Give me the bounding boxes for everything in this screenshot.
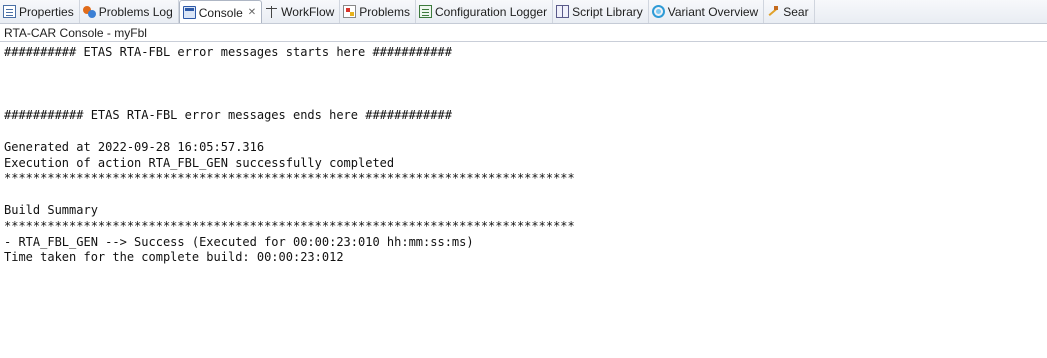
console-icon [182, 6, 196, 19]
tab-label: Configuration Logger [434, 4, 548, 19]
console-line: ****************************************… [4, 218, 575, 233]
properties-icon [3, 5, 16, 18]
tab-label: Console [198, 5, 243, 20]
tab-problems-log[interactable]: Problems Log [80, 0, 179, 23]
console-line: ########## ETAS RTA-FBL error messages s… [4, 45, 452, 59]
tab-script-library[interactable]: Script Library [553, 0, 649, 23]
tab-configuration-logger[interactable]: Configuration Logger [416, 0, 554, 23]
tab-label: Problems [359, 4, 410, 19]
tab-properties[interactable]: Properties [0, 0, 80, 23]
console-line: Build Summary [4, 202, 98, 217]
tab-label: Sear [783, 4, 809, 19]
console-line: Generated at 2022-09-28 16:05:57.316 [4, 139, 265, 154]
console-line: ########### ETAS RTA-FBL error messages … [4, 108, 452, 123]
configuration-logger-icon [418, 5, 432, 18]
tab-label: Problems Log [98, 4, 173, 19]
console-line: Execution of action RTA_FBL_GEN successf… [4, 155, 395, 170]
console-line: - RTA_FBL_GEN --> Success (Executed for … [4, 234, 474, 249]
console-line: Time taken for the complete build: 00:00… [4, 250, 344, 265]
tab-label: Script Library [572, 4, 643, 19]
console-title: RTA-CAR Console - myFbl [0, 24, 1047, 42]
tab-label: Properties [19, 4, 74, 19]
tab-workflow[interactable]: WorkFlow [262, 0, 341, 23]
close-icon[interactable]: ✕ [248, 7, 256, 18]
console-output[interactable]: ########## ETAS RTA-FBL error messages s… [0, 43, 1047, 358]
tab-label: Variant Overview [667, 4, 759, 19]
problems-log-icon [82, 5, 96, 18]
workflow-icon [265, 5, 278, 18]
script-library-icon [556, 5, 570, 18]
tab-search[interactable]: Sear [764, 0, 815, 23]
tab-variant-overview[interactable]: Variant Overview [649, 0, 765, 23]
problems-icon [343, 5, 357, 18]
search-icon [767, 5, 780, 18]
tab-console[interactable]: Console ✕ [178, 0, 263, 23]
tab-label: WorkFlow [281, 4, 335, 19]
console-line: ****************************************… [4, 171, 575, 186]
tab-problems[interactable]: Problems [340, 0, 416, 23]
view-tab-bar: Properties Problems Log Console ✕ WorkFl… [0, 0, 1047, 24]
variant-overview-icon [651, 5, 665, 18]
